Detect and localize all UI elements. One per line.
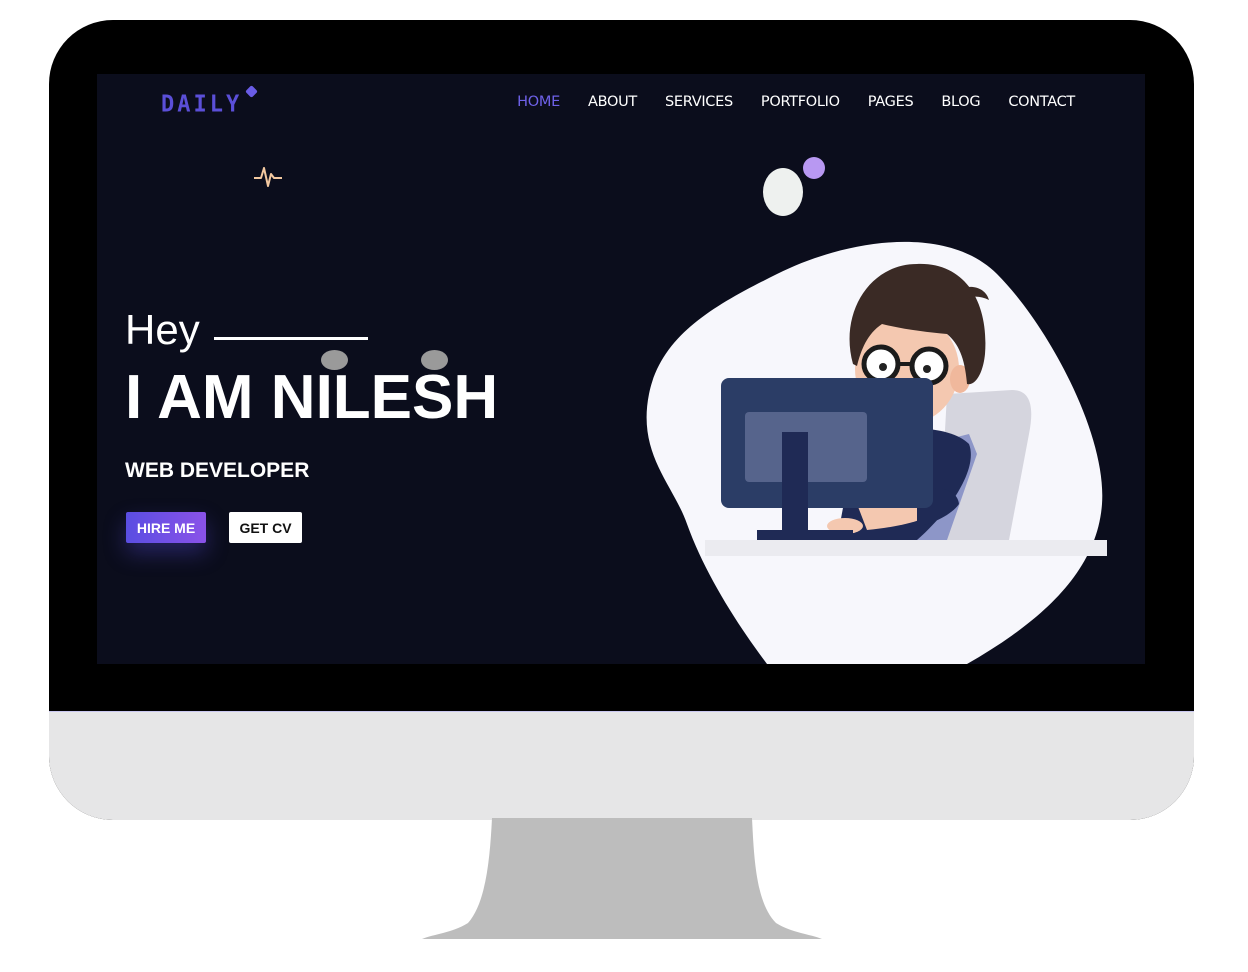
nav-item-about[interactable]: ABOUT [588, 94, 637, 110]
logo[interactable]: DAILY [161, 91, 242, 117]
hero-greeting: Hey [125, 306, 200, 353]
hero-role: WEB DEVELOPER [125, 459, 310, 482]
nav-item-home[interactable]: HOME [517, 94, 560, 110]
nav-item-contact[interactable]: CONTACT [1008, 94, 1075, 110]
nav-item-pages[interactable]: PAGES [868, 94, 914, 110]
nav-item-portfolio[interactable]: PORTFOLIO [761, 94, 840, 110]
pulse-icon [254, 167, 282, 187]
hire-me-button[interactable]: HIRE ME [126, 512, 206, 543]
main-nav: HOME ABOUT SERVICES PORTFOLIO PAGES BLOG… [517, 94, 1075, 110]
get-cv-button[interactable]: GET CV [229, 512, 302, 543]
nav-item-services[interactable]: SERVICES [665, 94, 733, 110]
hero-name: I AM NILESH [125, 363, 499, 432]
greeting-underline [214, 337, 368, 340]
monitor-chin [49, 711, 1194, 820]
logo-diamond-icon [245, 85, 258, 98]
developer-illustration [646, 157, 1107, 664]
nav-item-blog[interactable]: BLOG [941, 94, 980, 110]
website-screen: DAILY HOME ABOUT SERVICES PORTFOLIO PAGE… [97, 74, 1145, 664]
monitor-stand [422, 818, 822, 939]
